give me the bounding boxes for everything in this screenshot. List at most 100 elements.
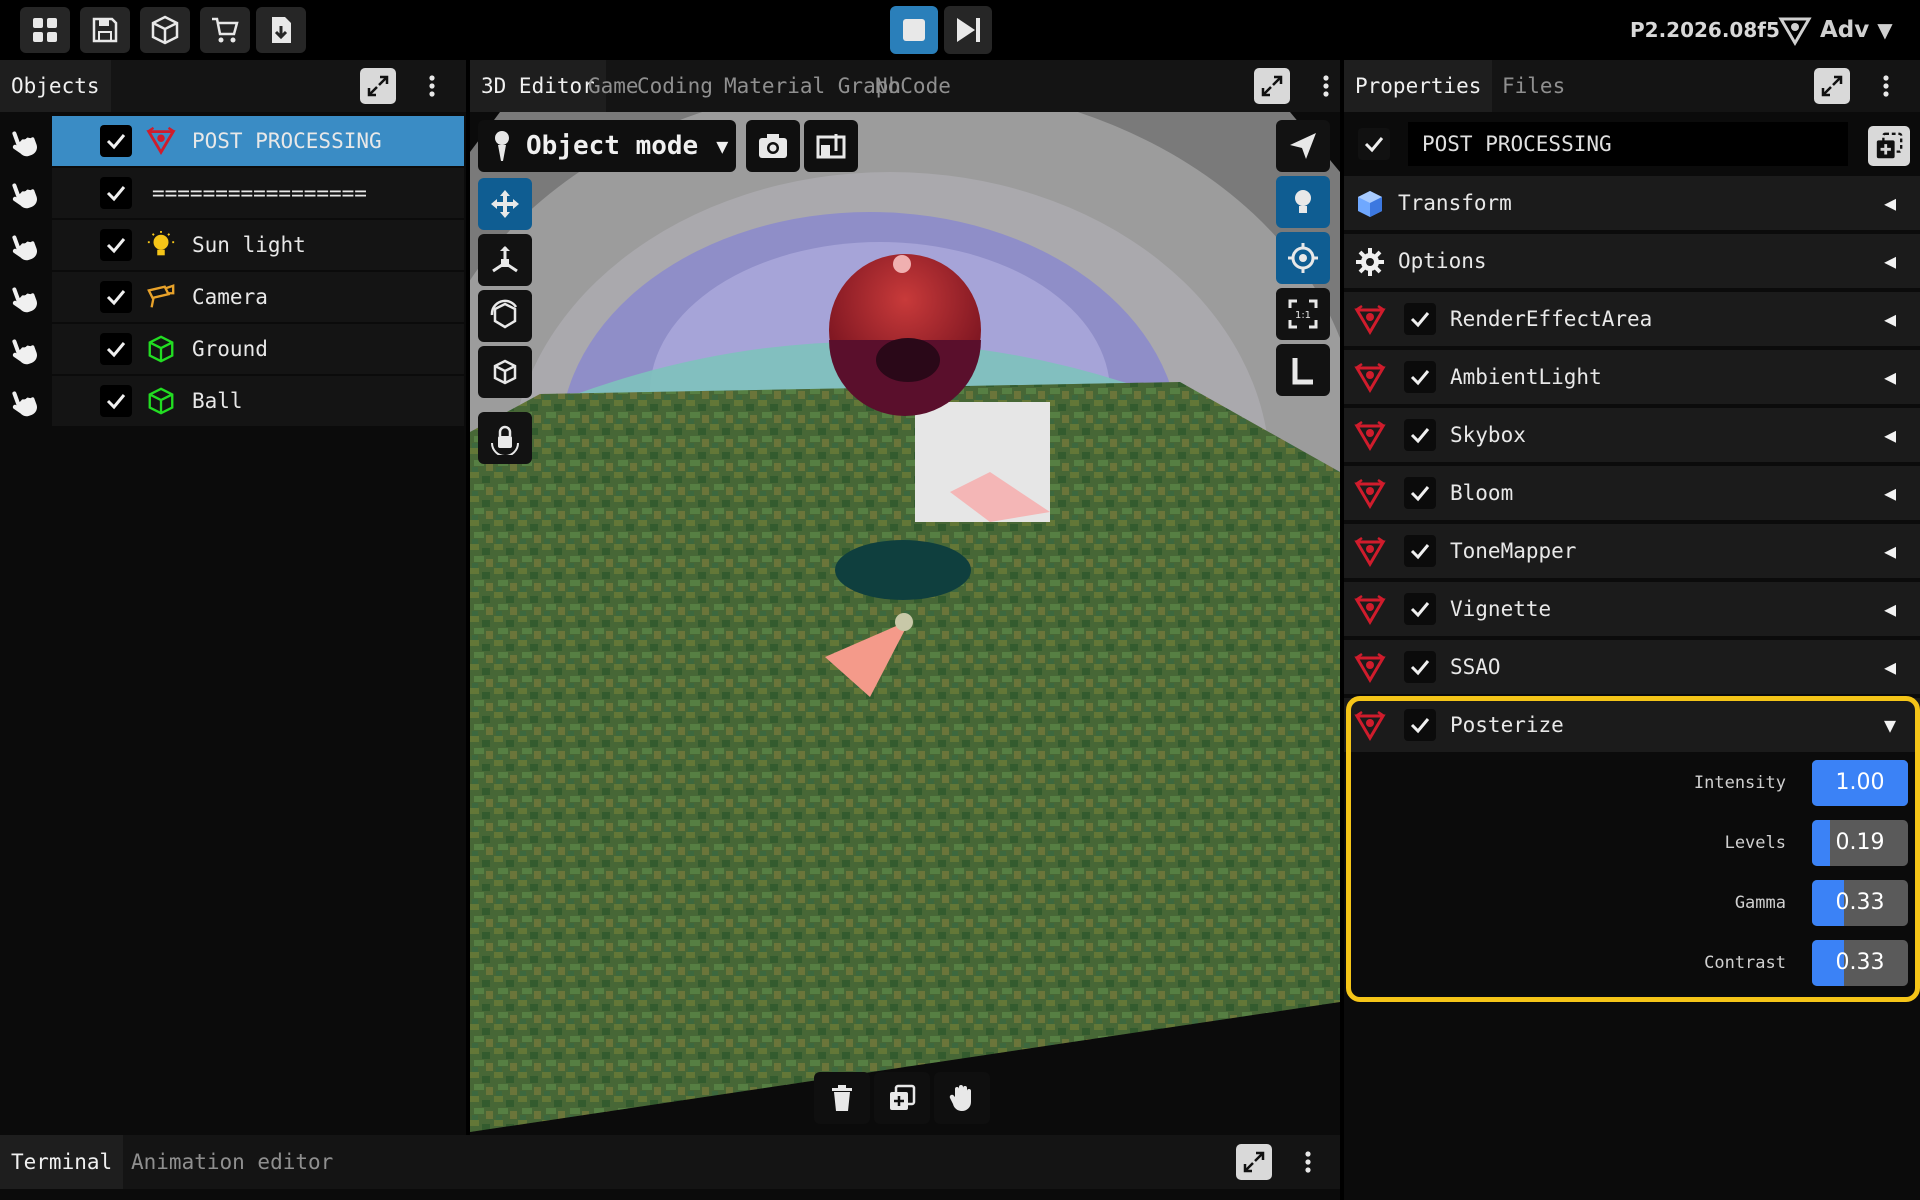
effect-enabled-checkbox[interactable]: [1404, 477, 1436, 509]
import-button[interactable]: [256, 7, 306, 53]
drag-handle[interactable]: [8, 228, 44, 264]
view-toggle-button[interactable]: [804, 120, 858, 172]
drag-handle[interactable]: [8, 124, 44, 160]
screenshot-button[interactable]: [746, 120, 800, 172]
effect-label: AmbientLight: [1450, 365, 1602, 389]
object-row-body[interactable]: Ball: [52, 376, 464, 426]
effect-tonemapper[interactable]: ToneMapper ◀: [1344, 524, 1920, 578]
effect-enabled-checkbox[interactable]: [1404, 535, 1436, 567]
effect-enabled-checkbox[interactable]: [1404, 651, 1436, 683]
rotate-tool-button[interactable]: [478, 290, 532, 342]
object-row[interactable]: Ground: [0, 324, 466, 374]
actual-size-button[interactable]: 1:1: [1276, 288, 1330, 340]
object-row[interactable]: Ball: [0, 376, 466, 426]
maximize-button[interactable]: [360, 68, 396, 104]
object-mode-label: Object mode: [526, 131, 699, 161]
mode-selector[interactable]: Adv ▼: [1778, 8, 1893, 52]
object-mode-dropdown[interactable]: Object mode ▼: [478, 120, 736, 172]
object-row[interactable]: Sun light: [0, 220, 466, 270]
mesh-icon: [148, 335, 174, 363]
scale-tool-button[interactable]: [478, 234, 532, 286]
chevron-down-icon: ▼: [716, 134, 729, 158]
section-transform[interactable]: Transform ◀: [1344, 176, 1920, 230]
more-menu-button[interactable]: [1290, 1144, 1326, 1180]
tab-objects[interactable]: Objects: [0, 60, 111, 112]
checkmark-icon: [1410, 312, 1430, 328]
select-tool-button[interactable]: [1276, 120, 1330, 172]
lighting-toggle-button[interactable]: [1276, 176, 1330, 228]
effect-vignette[interactable]: Vignette ◀: [1344, 582, 1920, 636]
object-row[interactable]: =================: [0, 168, 466, 218]
effect-ambientlight[interactable]: AmbientLight ◀: [1344, 350, 1920, 404]
camera-icon: [759, 134, 787, 158]
effect-rendereffectarea[interactable]: RenderEffectArea ◀: [1344, 292, 1920, 346]
object-row[interactable]: Camera: [0, 272, 466, 322]
stop-button[interactable]: [890, 6, 938, 54]
save-button[interactable]: [80, 7, 130, 53]
delete-button[interactable]: [814, 1072, 870, 1124]
maximize-button[interactable]: [1814, 68, 1850, 104]
effect-enabled-checkbox[interactable]: [1404, 303, 1436, 335]
drag-handle[interactable]: [8, 176, 44, 212]
tab-properties[interactable]: Properties: [1344, 60, 1493, 112]
object-enabled-checkbox[interactable]: [1358, 128, 1390, 160]
chevron-left-icon[interactable]: ◀: [1884, 582, 1896, 636]
assets-button[interactable]: [140, 7, 190, 53]
drag-handle[interactable]: [8, 332, 44, 368]
object-visible-checkbox[interactable]: [100, 385, 132, 417]
object-row-body[interactable]: Sun light: [52, 220, 464, 270]
focus-button[interactable]: [1276, 232, 1330, 284]
maximize-button[interactable]: [1236, 1144, 1272, 1180]
lock-tool-button[interactable]: [478, 412, 532, 464]
effect-bloom[interactable]: Bloom ◀: [1344, 466, 1920, 520]
tab-animation-editor[interactable]: Animation editor: [120, 1135, 344, 1189]
object-visible-checkbox[interactable]: [100, 229, 132, 261]
hand-pointer-icon: [12, 131, 37, 157]
effect-enabled-checkbox[interactable]: [1404, 361, 1436, 393]
3d-viewport[interactable]: Object mode ▼ 1:1: [470, 112, 1340, 1132]
object-visible-checkbox[interactable]: [100, 333, 132, 365]
object-visible-checkbox[interactable]: [100, 281, 132, 313]
move-tool-button[interactable]: [478, 178, 532, 230]
tab-files[interactable]: Files: [1491, 60, 1576, 112]
effect-enabled-checkbox[interactable]: [1404, 419, 1436, 451]
object-name-field[interactable]: POST PROCESSING: [1408, 122, 1848, 166]
tab-coding[interactable]: Coding: [626, 60, 724, 112]
add-component-button[interactable]: [1868, 126, 1910, 166]
chevron-left-icon[interactable]: ◀: [1884, 640, 1896, 694]
more-menu-button[interactable]: [414, 68, 450, 104]
grab-button[interactable]: [934, 1072, 990, 1124]
object-visible-checkbox[interactable]: [100, 125, 132, 157]
transform-tool-button[interactable]: [478, 346, 532, 398]
effect-skybox[interactable]: Skybox ◀: [1344, 408, 1920, 462]
step-forward-button[interactable]: [944, 6, 992, 54]
drag-handle[interactable]: [8, 384, 44, 420]
effect-label: RenderEffectArea: [1450, 307, 1653, 331]
apps-grid-button[interactable]: [20, 7, 70, 53]
chevron-left-icon[interactable]: ◀: [1884, 350, 1896, 404]
object-row-body[interactable]: =================: [52, 168, 464, 218]
chevron-left-icon[interactable]: ◀: [1884, 408, 1896, 462]
object-row[interactable]: POST PROCESSING: [0, 116, 466, 166]
object-row-body[interactable]: POST PROCESSING: [52, 116, 464, 166]
effect-enabled-checkbox[interactable]: [1404, 593, 1436, 625]
chevron-left-icon[interactable]: ◀: [1884, 466, 1896, 520]
drag-handle[interactable]: [8, 280, 44, 316]
tab-nocode[interactable]: NoCode: [864, 60, 962, 112]
section-options[interactable]: Options ◀: [1344, 234, 1920, 288]
effect-ssao[interactable]: SSAO ◀: [1344, 640, 1920, 694]
chevron-left-icon[interactable]: ◀: [1884, 292, 1896, 346]
post-processing-icon: [1354, 536, 1386, 567]
chevron-left-icon[interactable]: ◀: [1884, 524, 1896, 578]
duplicate-button[interactable]: [874, 1072, 930, 1124]
maximize-button[interactable]: [1254, 68, 1290, 104]
effect-label: Vignette: [1450, 597, 1552, 621]
more-menu-button[interactable]: [1308, 68, 1344, 104]
store-button[interactable]: [200, 7, 250, 53]
more-menu-button[interactable]: [1868, 68, 1904, 104]
local-space-button[interactable]: [1276, 344, 1330, 396]
tab-terminal[interactable]: Terminal: [0, 1135, 124, 1189]
object-visible-checkbox[interactable]: [100, 177, 132, 209]
object-row-body[interactable]: Ground: [52, 324, 464, 374]
object-row-body[interactable]: Camera: [52, 272, 464, 322]
